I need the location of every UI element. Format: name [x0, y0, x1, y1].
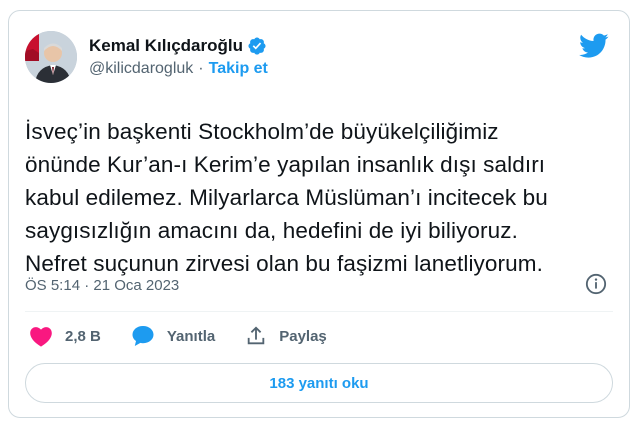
heart-icon	[30, 327, 52, 347]
share-upload-icon	[247, 326, 265, 345]
tweet-timestamp[interactable]: ÖS 5:14 · 21 Oca 2023	[25, 277, 179, 294]
avatar[interactable]	[25, 31, 77, 83]
tweet-text: İsveç’in başkenti Stockholm’de büyükelçi…	[25, 119, 548, 276]
reply-label: Yanıtla	[166, 327, 216, 345]
like-button[interactable]: 2,8 B	[29, 325, 101, 347]
speech-bubble-icon	[132, 326, 154, 346]
author-handle[interactable]: @kilicdarogluk	[89, 60, 193, 78]
action-bar: 2,8 B Yanıtla Paylaş	[29, 325, 357, 347]
like-count: 2,8 B	[65, 327, 101, 345]
avatar-image	[25, 31, 77, 83]
twitter-bird-icon[interactable]	[579, 33, 609, 59]
verified-badge-icon	[248, 37, 266, 55]
divider	[25, 311, 613, 312]
follow-button[interactable]: Takip et	[209, 60, 268, 78]
author-name[interactable]: Kemal Kılıçdaroğlu	[89, 36, 243, 56]
separator-dot: ·	[198, 60, 204, 77]
reply-button[interactable]: Yanıtla	[131, 325, 215, 347]
tweet-card[interactable]: Kemal Kılıçdaroğlu @kilicdarogluk · Taki…	[8, 10, 630, 418]
tweet-header: Kemal Kılıçdaroğlu @kilicdarogluk · Taki…	[25, 31, 268, 83]
info-icon[interactable]	[585, 273, 607, 295]
share-label: Paylaş	[279, 327, 327, 345]
read-replies-button[interactable]: 183 yanıtı oku	[25, 363, 613, 403]
share-button[interactable]: Paylaş	[245, 325, 327, 347]
